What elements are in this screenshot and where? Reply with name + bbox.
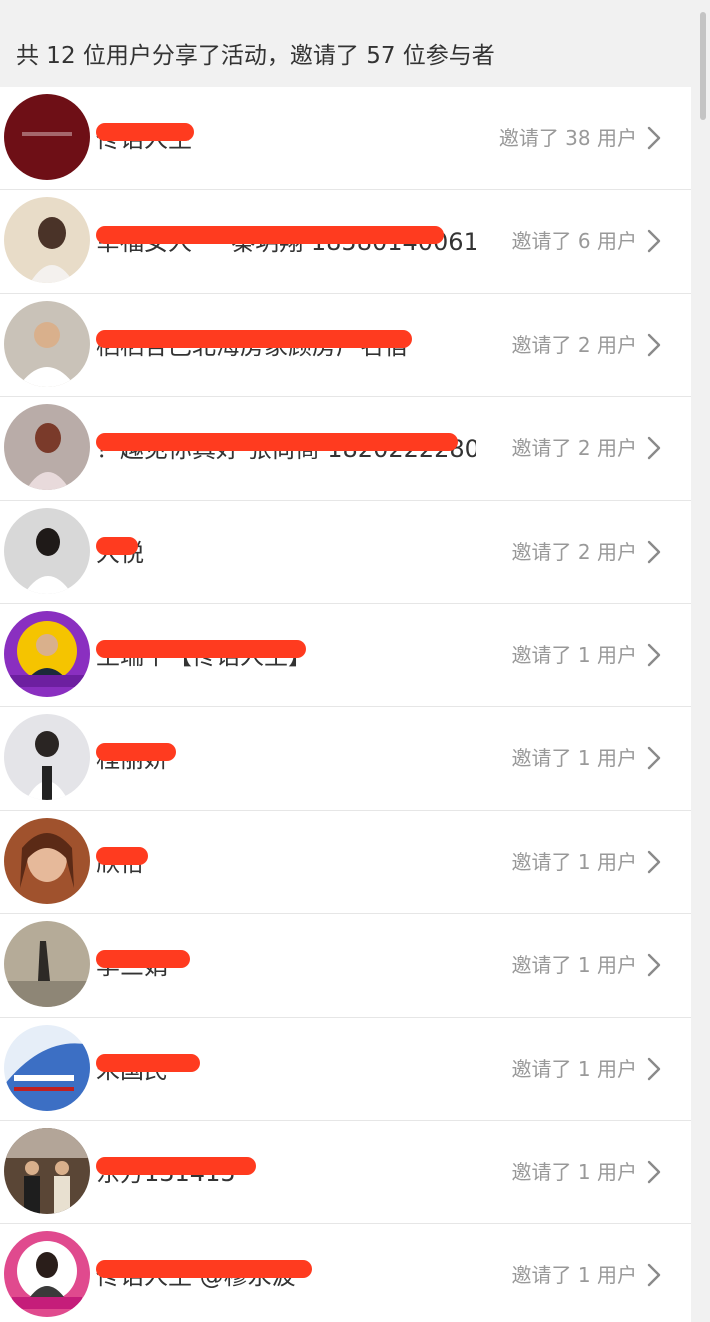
invited-count: 邀请了 1 用户	[511, 953, 637, 978]
chevron-right-icon[interactable]	[643, 849, 665, 875]
redaction-mark	[96, 639, 306, 658]
redaction-mark	[96, 743, 176, 762]
scrollbar-thumb[interactable]	[700, 12, 706, 120]
chevron-right-icon[interactable]	[643, 332, 665, 358]
user-avatar	[4, 94, 90, 180]
invited-count: 邀请了 2 用户	[511, 539, 637, 564]
user-avatar	[4, 921, 90, 1008]
chevron-right-icon[interactable]	[643, 539, 665, 565]
redaction-mark	[96, 1260, 312, 1279]
redaction-mark	[96, 226, 444, 245]
user-row[interactable]: ？趣见你真好 张尚商 18202222807 邀请了 2 用户	[0, 397, 691, 501]
user-name-wrap: 宋国民	[96, 1048, 476, 1092]
user-row[interactable]: 李三娟 邀请了 1 用户	[0, 914, 691, 1018]
user-row[interactable]: 大悦 邀请了 2 用户	[0, 500, 691, 604]
invited-count: 邀请了 2 用户	[511, 332, 637, 357]
user-avatar	[4, 610, 90, 697]
chevron-right-icon[interactable]	[643, 125, 665, 151]
redaction-mark	[96, 329, 412, 348]
user-name-wrap: 栖栖各巴北海房家顾房广名宿	[96, 324, 476, 368]
invited-count: 邀请了 1 用户	[511, 1159, 637, 1184]
chevron-right-icon[interactable]	[643, 435, 665, 461]
redaction-mark	[96, 846, 148, 865]
user-avatar	[4, 300, 90, 387]
invited-count: 邀请了 1 用户	[511, 1056, 637, 1081]
user-name-wrap: 佟话人生	[96, 117, 476, 161]
user-name: 大悦	[96, 531, 476, 575]
user-name-wrap: 东方131415	[96, 1151, 476, 1195]
chevron-right-icon[interactable]	[643, 1056, 665, 1082]
redaction-mark	[96, 950, 190, 969]
user-row[interactable]: 佟话人生邀请了 38 用户	[0, 87, 691, 191]
user-name-wrap: 程丽娇	[96, 737, 476, 781]
user-avatar	[4, 404, 90, 491]
user-name: 欣怡	[96, 841, 476, 885]
invited-count: 邀请了 6 用户	[511, 229, 637, 254]
invited-count: 邀请了 38 用户	[498, 126, 637, 150]
chevron-right-icon[interactable]	[643, 228, 665, 254]
invited-count: 邀请了 1 用户	[511, 1263, 637, 1288]
user-row[interactable]: 宋国民 邀请了 1 用户	[0, 1017, 691, 1121]
scrollbar-track[interactable]	[691, 0, 710, 1322]
invited-count: 邀请了 1 用户	[511, 849, 637, 874]
user-row[interactable]: 东方131415 邀请了 1 用户	[0, 1120, 691, 1225]
user-row[interactable]: 佟话人生 @穆永波 邀请了 1 用户	[0, 1224, 691, 1322]
redaction-mark	[96, 1053, 200, 1072]
user-row[interactable]: 栖栖各巴北海房家顾房广名宿 邀请了 2 用户	[0, 293, 691, 398]
user-list: 佟话人生邀请了 38 用户幸福女人 一 秦玥翔 18580140061 邀请了 6…	[0, 87, 691, 1322]
user-name-wrap: 王瑞平【佟话人生】	[96, 634, 476, 678]
user-avatar	[4, 197, 90, 284]
user-row[interactable]: 欣怡 邀请了 1 用户	[0, 810, 691, 915]
user-avatar	[4, 817, 90, 904]
invited-count: 邀请了 2 用户	[511, 436, 637, 461]
redaction-mark	[96, 536, 138, 555]
user-avatar	[4, 1127, 90, 1214]
chevron-right-icon[interactable]	[643, 745, 665, 771]
redaction-mark	[96, 1156, 256, 1175]
chevron-right-icon[interactable]	[643, 642, 665, 668]
redaction-mark	[96, 433, 458, 452]
user-avatar	[4, 507, 90, 594]
user-avatar	[4, 1024, 90, 1111]
user-row[interactable]: 程丽娇 邀请了 1 用户	[0, 707, 691, 811]
user-name-wrap: 佟话人生 @穆永波	[96, 1254, 476, 1298]
invited-count: 邀请了 1 用户	[511, 642, 637, 667]
chevron-right-icon[interactable]	[643, 952, 665, 978]
user-name-wrap: 欣怡	[96, 841, 476, 885]
user-name-wrap: 李三娟	[96, 944, 476, 988]
user-name-wrap: ？趣见你真好 张尚商 18202222807	[96, 427, 476, 471]
invited-count: 邀请了 1 用户	[511, 746, 637, 771]
summary-header: 共 12 位用户分享了活动，邀请了 57 位参与者	[0, 0, 691, 87]
chevron-right-icon[interactable]	[643, 1262, 665, 1288]
redaction-mark	[96, 123, 194, 141]
user-name-wrap: 大悦	[96, 531, 476, 575]
chevron-right-icon[interactable]	[643, 1159, 665, 1185]
summary-text: 共 12 位用户分享了活动，邀请了 57 位参与者	[16, 42, 495, 69]
user-row[interactable]: 王瑞平【佟话人生】 邀请了 1 用户	[0, 603, 691, 708]
user-avatar	[4, 1231, 90, 1318]
user-name-wrap: 幸福女人 一 秦玥翔 18580140061	[96, 220, 476, 264]
user-row[interactable]: 幸福女人 一 秦玥翔 18580140061 邀请了 6 用户	[0, 190, 691, 294]
user-avatar	[4, 714, 90, 801]
